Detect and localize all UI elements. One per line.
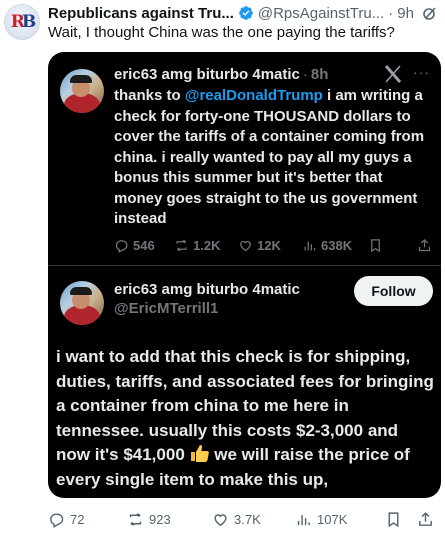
like-button[interactable]: 3.7K (212, 511, 295, 528)
views-button[interactable]: 107K (295, 511, 385, 528)
views-count: 107K (317, 511, 348, 527)
reply-icon (50, 512, 64, 528)
share-button[interactable] (417, 511, 434, 528)
quoted-tweet-text: thanks to @realDonaldTrump i am writing … (114, 86, 434, 230)
embedded-post-text: i want to add that this check is for shi… (56, 345, 436, 492)
quoted-like-button[interactable]: 12K (238, 238, 302, 253)
embedded-author-handle[interactable]: @EricMTerrill1 (114, 300, 218, 317)
quoted-author-avatar[interactable] (60, 69, 104, 113)
views-icon (304, 241, 316, 250)
bookmark-icon (371, 238, 380, 252)
share-icon (419, 511, 432, 526)
tweet-header: Republicans against Tru... @RpsAgainstTr… (48, 3, 445, 23)
quoted-tweet-card[interactable]: eric63 amg biturbo 4matic · 8h ··· thank… (48, 52, 441, 498)
repost-icon (176, 239, 187, 251)
follow-button[interactable]: Follow (354, 276, 433, 306)
verified-badge-icon[interactable] (238, 5, 254, 21)
bookmark-icon (388, 511, 399, 527)
quoted-author-name[interactable]: eric63 amg biturbo 4matic (114, 66, 300, 83)
quoted-bookmark-button[interactable] (368, 238, 408, 253)
like-icon (214, 513, 227, 526)
quoted-repost-count: 1.2K (193, 237, 221, 253)
quoted-reply-button[interactable]: 546 (114, 238, 174, 253)
tweet-action-bar: 72 923 3.7K 107K (48, 509, 442, 529)
grok-icon[interactable] (422, 5, 438, 21)
quoted-more-icon[interactable]: ··· (413, 64, 430, 80)
mention-link[interactable]: @realDonaldTrump (185, 87, 323, 104)
card-divider (48, 265, 441, 266)
quoted-text-start: thanks to (114, 87, 185, 104)
separator-dot: · (302, 66, 308, 83)
quoted-tweet-header: eric63 amg biturbo 4matic · 8h (114, 66, 328, 83)
repost-button[interactable]: 923 (127, 511, 212, 528)
author-handle[interactable]: @RpsAgainstTru... (258, 5, 384, 22)
embedded-author-name[interactable]: eric63 amg biturbo 4matic (114, 281, 300, 298)
tweet-text: Wait, I thought China was the one paying… (48, 24, 395, 41)
views-icon (297, 514, 310, 525)
author-avatar[interactable]: RB (4, 4, 40, 40)
reply-icon (115, 239, 128, 253)
rb-logo: RB (10, 12, 37, 32)
quoted-like-count: 12K (257, 237, 281, 253)
quoted-views-count: 638K (321, 237, 353, 253)
author-name[interactable]: Republicans against Tru... (48, 5, 234, 22)
embedded-author-avatar[interactable] (60, 281, 104, 325)
like-icon (240, 240, 251, 251)
quoted-action-bar: 546 1.2K 12K 638K (114, 236, 432, 254)
tweet-time[interactable]: 9h (397, 5, 414, 22)
repost-icon (129, 512, 142, 526)
reply-count: 72 (70, 511, 85, 527)
repost-count: 923 (149, 511, 171, 527)
quoted-views-button[interactable]: 638K (302, 238, 368, 253)
quoted-text-rest: i am writing a check for forty-one THOUS… (114, 87, 425, 227)
quoted-share-button[interactable] (417, 238, 432, 253)
quoted-repost-button[interactable]: 1.2K (174, 238, 238, 253)
share-icon (418, 238, 431, 251)
x-logo-icon (384, 64, 402, 84)
separator-dot: · (388, 4, 394, 22)
quoted-reply-count: 546 (133, 237, 155, 253)
quoted-tweet-time[interactable]: 8h (311, 66, 329, 83)
like-count: 3.7K (234, 511, 261, 527)
reply-button[interactable]: 72 (48, 511, 127, 528)
bookmark-button[interactable] (385, 511, 417, 528)
thumbs-up-emoji (190, 444, 210, 462)
